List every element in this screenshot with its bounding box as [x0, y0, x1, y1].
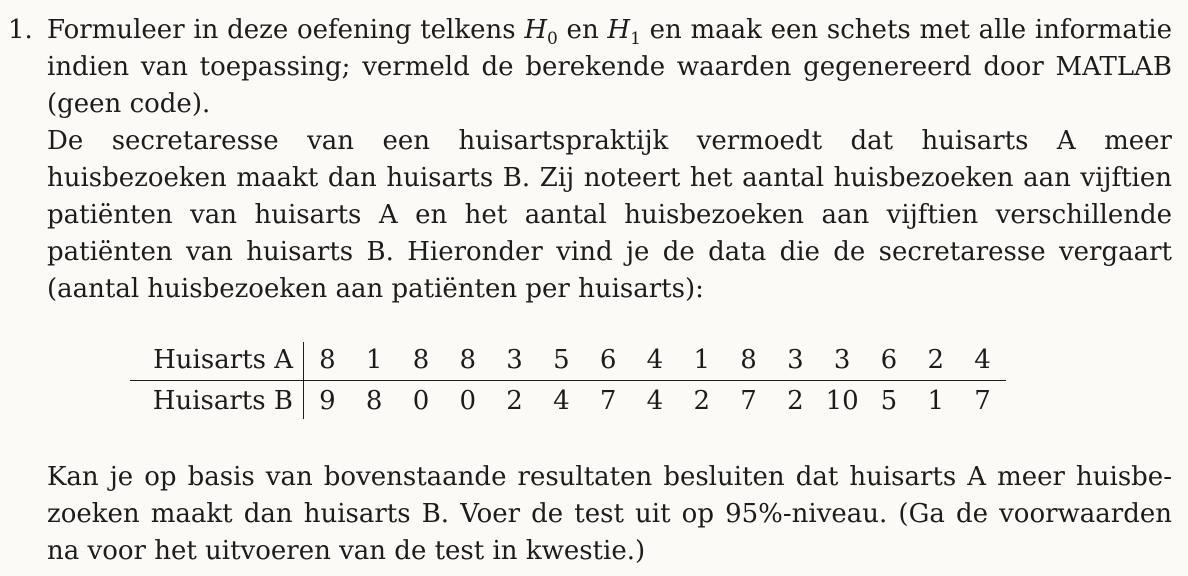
- table-cell: 2: [787, 386, 804, 416]
- table-cell: 4: [553, 386, 570, 416]
- instruction-paragraph: Formuleer in deze oefening telkens H0 en…: [47, 12, 1172, 123]
- table-cell: 3: [818, 342, 866, 381]
- instruction-text-part1: Formuleer in deze oefening telkens: [47, 15, 525, 45]
- table-cell: 2: [506, 386, 523, 416]
- table-cell: 2: [693, 386, 711, 416]
- table-cell: 4: [631, 342, 679, 381]
- table-cell: 8: [365, 386, 383, 416]
- exercise-content: Formuleer in deze oefening telkens H0 en…: [47, 12, 1172, 570]
- h0-symbol: H0: [524, 15, 558, 48]
- table-cell: 1: [927, 386, 944, 416]
- table-cell: 6: [865, 342, 913, 381]
- table-row-huisarts-b: Huisarts B 9 8 0 0 2 4 7 4 2 7 2 10 5 1 …: [130, 380, 1006, 419]
- table-cell: 9: [319, 386, 336, 416]
- table-cell: 5: [880, 386, 898, 416]
- table-cell: 1: [350, 342, 398, 381]
- table-cell: 0: [459, 386, 477, 416]
- table-cell: 1: [678, 342, 726, 381]
- table-cell: 7: [974, 386, 991, 416]
- data-table: Huisarts A 8 1 8 8 3 5 6 4 1 8 3 3 6 2 4…: [130, 342, 1006, 419]
- table-cell: 3: [771, 342, 819, 381]
- question-paragraph: Kan je op basis van bovenstaande resulta…: [47, 462, 1172, 566]
- exercise-number: 1.: [8, 15, 33, 45]
- h0-letter: H: [524, 15, 547, 45]
- data-table-container: Huisarts A 8 1 8 8 3 5 6 4 1 8 3 3 6 2 4…: [130, 342, 1006, 419]
- table-cell: 4: [959, 342, 1006, 381]
- row-label: Huisarts B: [130, 380, 304, 419]
- table-cell: 8: [444, 342, 492, 381]
- table-row-huisarts-a: Huisarts A 8 1 8 8 3 5 6 4 1 8 3 3 6 2 4: [130, 342, 1006, 381]
- table-cell: 8: [725, 342, 772, 381]
- h1-symbol: H1: [607, 15, 641, 48]
- table-cell: 7: [599, 386, 617, 416]
- table-cell: 3: [491, 342, 538, 381]
- instruction-text-part2: en: [557, 15, 608, 45]
- h1-letter: H: [607, 15, 631, 45]
- table-cell: 6: [584, 342, 632, 381]
- table-cell: 4: [646, 386, 664, 416]
- table-cell: 5: [537, 342, 585, 381]
- table-cell: 8: [397, 342, 445, 381]
- table-cell: 10: [825, 386, 859, 416]
- table-cell: 7: [740, 386, 757, 416]
- exercise-page: 1. Formuleer in deze oefening telkens H0…: [0, 0, 1188, 576]
- h1-subscript: 1: [630, 29, 641, 50]
- h0-subscript: 0: [547, 29, 558, 50]
- row-label: Huisarts A: [130, 342, 304, 381]
- table-cell: 2: [912, 342, 960, 381]
- table-cell: 8: [303, 342, 351, 381]
- scenario-paragraph: De secretaresse van een huisartspraktijk…: [47, 126, 1172, 304]
- table-cell: 0: [412, 386, 430, 416]
